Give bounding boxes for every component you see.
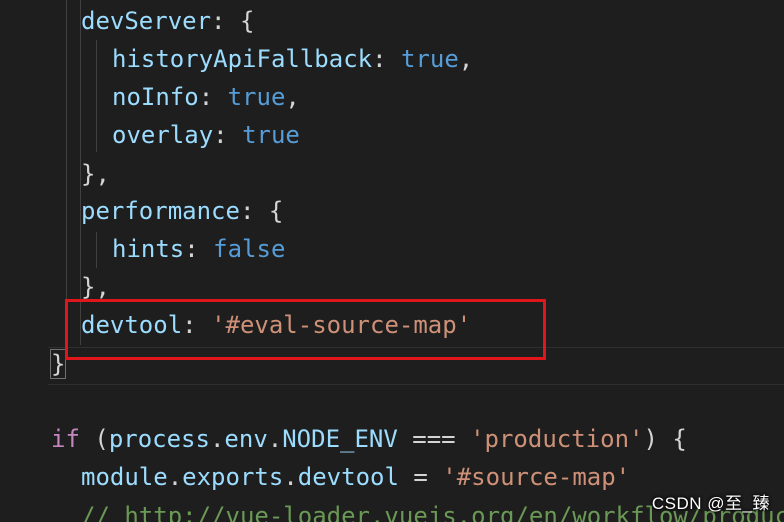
- code-boolean: false: [213, 235, 286, 263]
- code-string: 'production': [470, 425, 644, 453]
- code-line[interactable]: overlay: true: [112, 116, 300, 154]
- code-line[interactable]: noInfo: true,: [112, 78, 300, 116]
- code-punctuation: :: [213, 121, 243, 149]
- code-punctuation: .: [209, 425, 225, 453]
- annotation-highlight-box: [65, 299, 546, 360]
- code-line[interactable]: performance: {: [81, 192, 283, 230]
- indent-guide: [66, 0, 67, 345]
- code-line[interactable]: module.exports.devtool = '#source-map': [81, 458, 630, 496]
- code-line[interactable]: historyApiFallback: true,: [112, 40, 473, 78]
- code-identifier: devtool: [297, 463, 399, 491]
- code-keyword: if: [51, 425, 80, 453]
- code-punctuation: },: [81, 273, 110, 301]
- code-punctuation: },: [81, 160, 110, 188]
- code-punctuation: : {: [211, 7, 255, 35]
- code-property: devServer: [81, 7, 212, 35]
- code-property: noInfo: [112, 83, 199, 111]
- code-property: historyApiFallback: [112, 45, 373, 73]
- code-operator: =: [398, 463, 443, 491]
- code-punctuation: .: [267, 425, 283, 453]
- code-boolean: true: [242, 121, 300, 149]
- code-property: overlay: [112, 121, 214, 149]
- code-string: '#source-map': [442, 463, 631, 491]
- code-punctuation: :: [198, 83, 228, 111]
- code-identifier: module: [81, 463, 168, 491]
- code-editor[interactable]: devServer: { historyApiFallback: true, n…: [0, 0, 784, 522]
- code-identifier: NODE_ENV: [282, 425, 398, 453]
- code-punctuation: ,: [285, 83, 300, 111]
- code-line[interactable]: },: [81, 155, 110, 193]
- code-punctuation: .: [167, 463, 183, 491]
- indent-guide: [96, 232, 97, 268]
- code-boolean: true: [401, 45, 459, 73]
- code-punctuation: :: [184, 235, 214, 263]
- code-identifier: process: [108, 425, 210, 453]
- indent-guide: [96, 40, 97, 152]
- code-property: performance: [81, 197, 240, 225]
- code-punctuation: }: [51, 350, 66, 378]
- code-punctuation: .: [283, 463, 298, 491]
- code-punctuation: (: [79, 425, 109, 453]
- watermark: CSDN @至_臻: [651, 494, 770, 513]
- code-punctuation: : {: [239, 197, 284, 225]
- code-line[interactable]: }: [51, 345, 65, 383]
- code-property: hints: [112, 235, 185, 263]
- code-punctuation: :: [372, 45, 401, 73]
- code-line[interactable]: hints: false: [112, 230, 285, 268]
- code-punctuation: ) {: [643, 425, 687, 453]
- code-operator: ===: [397, 425, 471, 453]
- code-punctuation: ,: [458, 45, 474, 73]
- code-identifier: exports: [182, 463, 284, 491]
- code-line[interactable]: devServer: {: [81, 2, 254, 40]
- code-boolean: true: [227, 83, 286, 111]
- code-identifier: env: [224, 425, 268, 453]
- code-line[interactable]: if (process.env.NODE_ENV === 'production…: [51, 420, 687, 458]
